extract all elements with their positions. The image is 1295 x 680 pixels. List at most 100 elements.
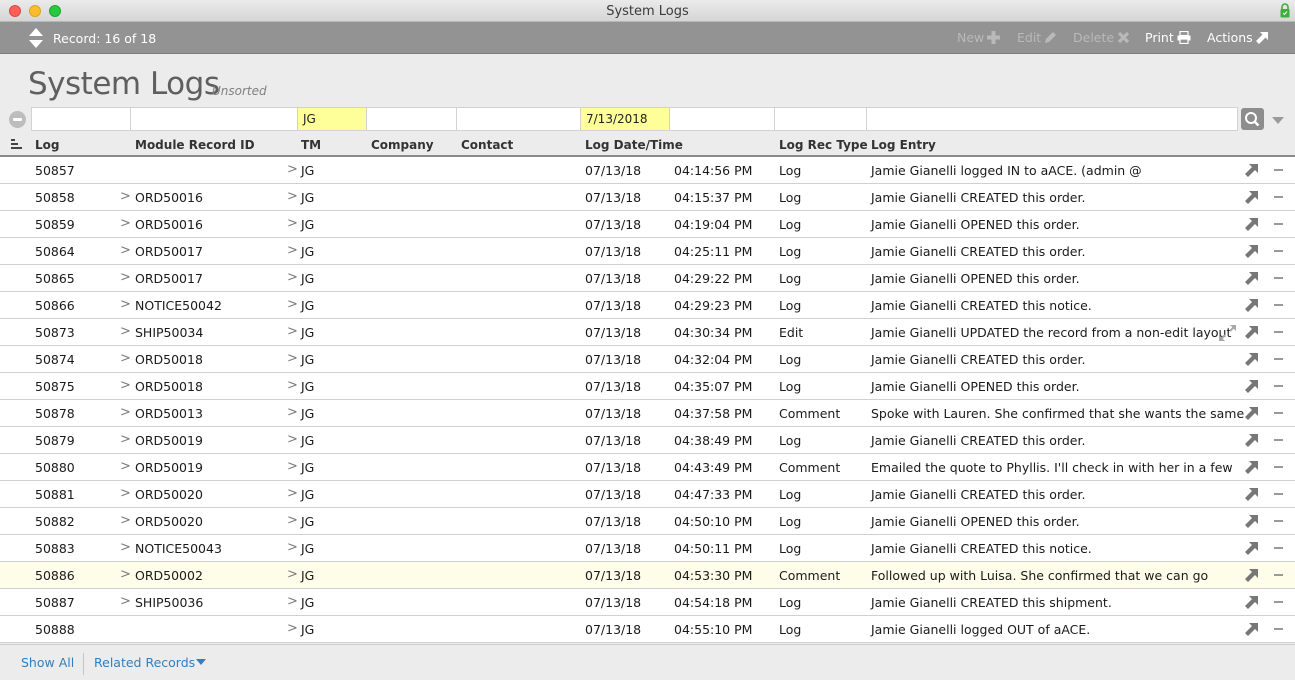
delete-row-icon[interactable] (1274, 628, 1283, 630)
tm-link-arrow[interactable]: > (287, 621, 298, 636)
go-to-record-icon[interactable] (1245, 271, 1259, 285)
search-button[interactable] (1241, 108, 1264, 130)
find-log-rec-type-field[interactable] (774, 107, 867, 131)
find-company-field[interactable] (366, 107, 457, 131)
table-row[interactable]: 50875 > ORD50018 > JG 07/13/18 04:35:07 PM Log J… (0, 373, 1295, 400)
print-button[interactable]: Print (1145, 30, 1191, 45)
go-to-record-icon[interactable] (1245, 379, 1259, 393)
module-record-link-arrow[interactable]: > (120, 378, 131, 393)
table-row[interactable]: 50858 > ORD50016 > JG 07/13/18 04:15:37 PM Log J… (0, 184, 1295, 211)
table-row[interactable]: 50866 > NOTICE50042 > JG 07/13/18 04:29:23 PM L… (0, 292, 1295, 319)
go-to-record-icon[interactable] (1245, 568, 1259, 582)
delete-row-icon[interactable] (1274, 412, 1283, 414)
delete-row-icon[interactable] (1274, 358, 1283, 360)
column-header-tm[interactable]: TM (301, 138, 321, 152)
show-all-link[interactable]: Show All (21, 655, 74, 670)
new-button[interactable]: New (957, 30, 1001, 45)
delete-row-icon[interactable] (1274, 547, 1283, 549)
find-log-time-field[interactable] (669, 107, 775, 131)
find-tm-field[interactable]: JG (297, 107, 367, 131)
find-contact-field[interactable] (456, 107, 581, 131)
column-header-company[interactable]: Company (371, 138, 434, 152)
go-to-record-icon[interactable] (1245, 406, 1259, 420)
module-record-link-arrow[interactable]: > (120, 216, 131, 231)
go-to-record-icon[interactable] (1245, 163, 1259, 177)
module-record-link-arrow[interactable]: > (120, 324, 131, 339)
column-header-log-rec-type[interactable]: Log Rec Type (779, 138, 868, 152)
related-records-dropdown-icon[interactable] (196, 659, 206, 665)
table-row[interactable]: 50859 > ORD50016 > JG 07/13/18 04:19:04 PM Log J… (0, 211, 1295, 238)
module-record-link-arrow[interactable]: > (120, 189, 131, 204)
table-row[interactable]: 50882 > ORD50020 > JG 07/13/18 04:50:10 PM Log J… (0, 508, 1295, 535)
delete-row-icon[interactable] (1274, 493, 1283, 495)
tm-link-arrow[interactable]: > (287, 594, 298, 609)
find-module-record-id-field[interactable] (130, 107, 298, 131)
tm-link-arrow[interactable]: > (287, 513, 298, 528)
go-to-record-icon[interactable] (1245, 541, 1259, 555)
module-record-link-arrow[interactable]: > (120, 351, 131, 366)
table-row[interactable]: 50874 > ORD50018 > JG 07/13/18 04:32:04 PM Log J… (0, 346, 1295, 373)
find-log-field[interactable] (31, 107, 131, 131)
module-record-link-arrow[interactable]: > (120, 432, 131, 447)
module-record-link-arrow[interactable]: > (120, 594, 131, 609)
column-header-log[interactable]: Log (35, 138, 59, 152)
record-navigator-icon[interactable] (28, 27, 44, 49)
module-record-link-arrow[interactable]: > (120, 513, 131, 528)
delete-row-icon[interactable] (1274, 466, 1283, 468)
go-to-record-icon[interactable] (1245, 487, 1259, 501)
table-row[interactable]: 50878 > ORD50013 > JG 07/13/18 04:37:58 PM Comm… (0, 400, 1295, 427)
tm-link-arrow[interactable]: > (287, 297, 298, 312)
table-row[interactable]: 50864 > ORD50017 > JG 07/13/18 04:25:11 PM Log J… (0, 238, 1295, 265)
tm-link-arrow[interactable]: > (287, 243, 298, 258)
edit-button[interactable]: Edit (1017, 30, 1057, 45)
column-header-contact[interactable]: Contact (461, 138, 513, 152)
tm-link-arrow[interactable]: > (287, 459, 298, 474)
sort-icon[interactable] (11, 139, 22, 149)
go-to-record-icon[interactable] (1245, 244, 1259, 258)
table-row[interactable]: 50857 > JG 07/13/18 04:14:56 PM Log Jamie Gian… (0, 157, 1295, 184)
table-row[interactable]: 50888 > JG 07/13/18 04:55:10 PM Log Jamie Gian… (0, 616, 1295, 643)
column-header-log-entry[interactable]: Log Entry (871, 138, 936, 152)
delete-row-icon[interactable] (1274, 304, 1283, 306)
table-row[interactable]: 50883 > NOTICE50043 > JG 07/13/18 04:50:11 PM L… (0, 535, 1295, 562)
go-to-record-icon[interactable] (1245, 190, 1259, 204)
module-record-link-arrow[interactable]: > (120, 297, 131, 312)
go-to-record-icon[interactable] (1245, 595, 1259, 609)
delete-row-icon[interactable] (1274, 196, 1283, 198)
tm-link-arrow[interactable]: > (287, 324, 298, 339)
module-record-link-arrow[interactable]: > (120, 405, 131, 420)
delete-row-icon[interactable] (1274, 439, 1283, 441)
go-to-record-icon[interactable] (1245, 433, 1259, 447)
table-row[interactable]: 50873 > SHIP50034 > JG 07/13/18 04:30:34 PM Edi… (0, 319, 1295, 346)
search-options-dropdown[interactable] (1272, 117, 1284, 124)
go-to-record-icon[interactable] (1245, 298, 1259, 312)
table-row[interactable]: 50881 > ORD50020 > JG 07/13/18 04:47:33 PM Log J… (0, 481, 1295, 508)
module-record-link-arrow[interactable]: > (120, 243, 131, 258)
tm-link-arrow[interactable]: > (287, 540, 298, 555)
delete-row-icon[interactable] (1274, 385, 1283, 387)
go-to-record-icon[interactable] (1245, 217, 1259, 231)
tm-link-arrow[interactable]: > (287, 351, 298, 366)
module-record-link-arrow[interactable]: > (120, 540, 131, 555)
delete-row-icon[interactable] (1274, 331, 1283, 333)
delete-button[interactable]: Delete (1073, 30, 1130, 45)
delete-row-icon[interactable] (1274, 169, 1283, 171)
table-row[interactable]: 50886 > ORD50002 > JG 07/13/18 04:53:30 PM Comm… (0, 562, 1295, 589)
omit-icon[interactable] (9, 111, 26, 128)
related-records-link[interactable]: Related Records (94, 655, 195, 670)
tm-link-arrow[interactable]: > (287, 567, 298, 582)
actions-button[interactable]: Actions (1207, 30, 1269, 45)
tm-link-arrow[interactable]: > (287, 378, 298, 393)
module-record-link-arrow[interactable]: > (120, 270, 131, 285)
table-row[interactable]: 50879 > ORD50019 > JG 07/13/18 04:38:49 PM Log J… (0, 427, 1295, 454)
table-row[interactable]: 50865 > ORD50017 > JG 07/13/18 04:29:22 PM Log J… (0, 265, 1295, 292)
tm-link-arrow[interactable]: > (287, 432, 298, 447)
tm-link-arrow[interactable]: > (287, 405, 298, 420)
column-header-log-datetime[interactable]: Log Date/Time (585, 138, 683, 152)
delete-row-icon[interactable] (1274, 601, 1283, 603)
go-to-record-icon[interactable] (1245, 352, 1259, 366)
find-log-entry-field[interactable] (866, 107, 1238, 131)
tm-link-arrow[interactable]: > (287, 486, 298, 501)
find-log-date-field[interactable]: 7/13/2018 (580, 107, 670, 131)
module-record-link-arrow[interactable]: > (120, 567, 131, 582)
